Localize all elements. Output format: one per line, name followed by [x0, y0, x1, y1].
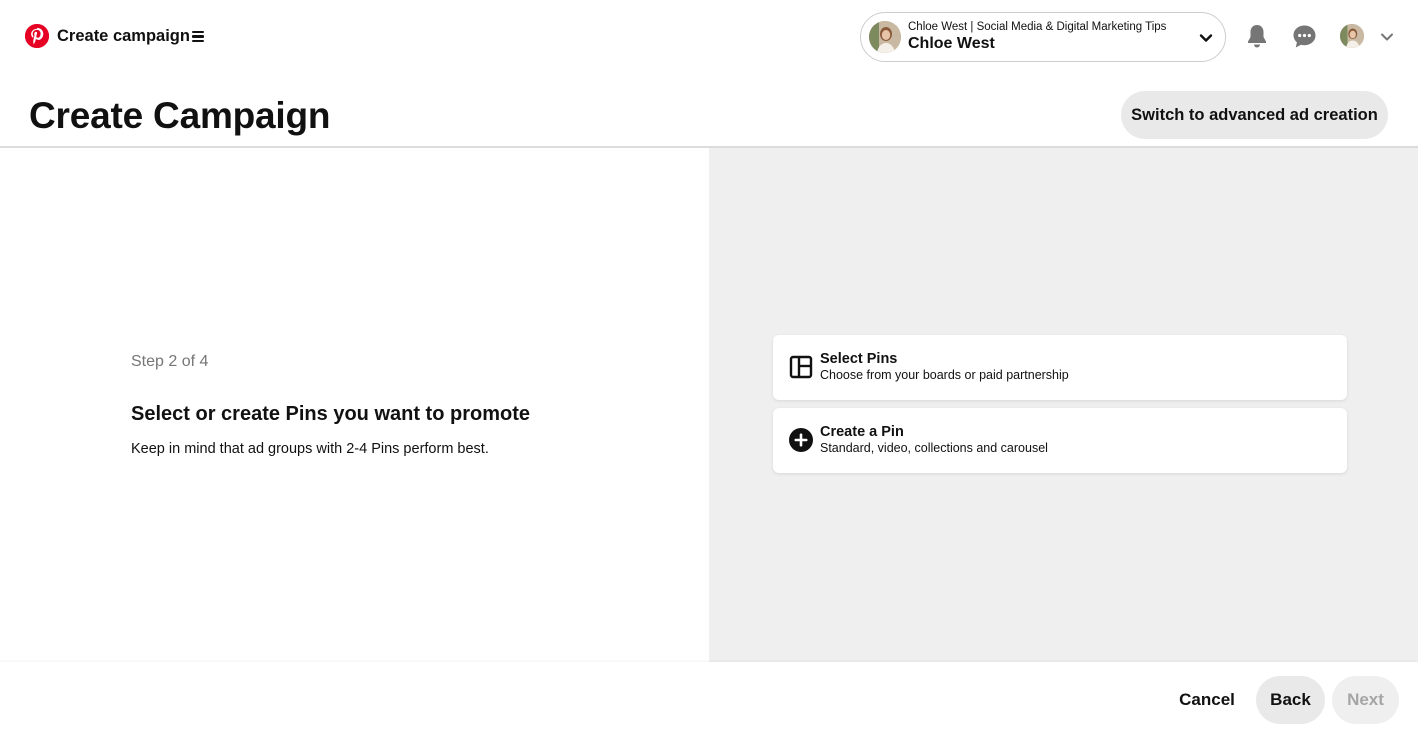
menu-icon[interactable] [192, 31, 204, 42]
step-info-panel: Step 2 of 4 Select or create Pins you wa… [0, 148, 709, 662]
back-button[interactable]: Back [1256, 676, 1325, 724]
app-title: Create campaign [57, 27, 190, 45]
step-counter: Step 2 of 4 [131, 353, 209, 370]
select-pins-option[interactable]: Select Pins Choose from your boards or p… [773, 335, 1347, 400]
next-button[interactable]: Next [1332, 676, 1399, 724]
option-title: Select Pins [820, 351, 898, 367]
chevron-down-icon[interactable] [1199, 31, 1213, 45]
layout-grid-icon [789, 355, 813, 379]
step-description: Keep in mind that ad groups with 2-4 Pin… [131, 441, 489, 457]
top-navigation-bar: Create campaign Chloe West | Social Medi… [0, 0, 1418, 72]
bell-icon[interactable] [1245, 23, 1269, 49]
pinterest-logo-icon[interactable] [25, 24, 49, 48]
step-heading: Select or create Pins you want to promot… [131, 403, 530, 425]
pin-options-panel: Select Pins Choose from your boards or p… [709, 148, 1418, 662]
create-pin-option[interactable]: Create a Pin Standard, video, collection… [773, 408, 1347, 473]
option-title: Create a Pin [820, 424, 904, 440]
account-switcher[interactable]: Chloe West | Social Media & Digital Mark… [860, 12, 1226, 62]
account-name: Chloe West [908, 35, 995, 52]
cancel-button[interactable]: Cancel [1165, 676, 1249, 724]
page-title: Create Campaign [29, 95, 331, 136]
account-subtitle: Chloe West | Social Media & Digital Mark… [908, 21, 1167, 33]
footer-action-bar: Cancel Back Next [0, 662, 1418, 734]
option-subtitle: Choose from your boards or paid partners… [820, 368, 1069, 382]
option-subtitle: Standard, video, collections and carouse… [820, 441, 1048, 455]
messages-icon[interactable] [1292, 24, 1317, 49]
account-avatar [869, 21, 901, 53]
plus-circle-icon [789, 428, 813, 452]
profile-avatar[interactable] [1340, 24, 1364, 48]
switch-to-advanced-button[interactable]: Switch to advanced ad creation [1121, 91, 1388, 139]
chevron-down-icon[interactable] [1380, 30, 1394, 44]
